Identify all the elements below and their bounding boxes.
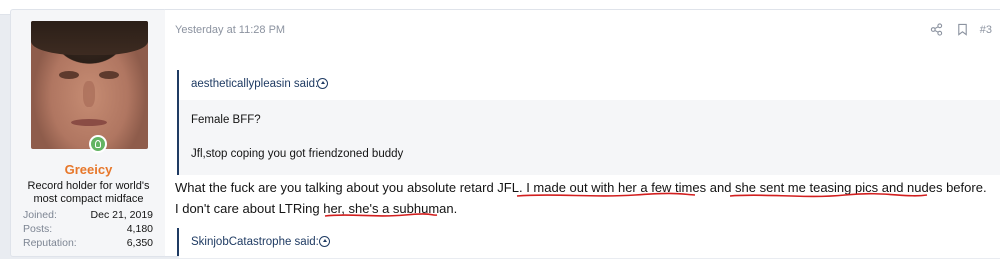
quote-block: SkinjobCatastrophe said: [177,228,1000,258]
stat-value: Dec 21, 2019 [90,209,153,221]
stat-reputation: Reputation: 6,350 [23,237,153,249]
stat-label: Posts: [23,223,53,235]
post-content: Yesterday at 11:28 PM #3 aestheticallypl… [165,9,1000,258]
stat-joined: Joined: Dec 21, 2019 [23,209,153,221]
stat-label: Joined: [23,209,57,221]
stat-posts: Posts: 4,180 [23,223,153,235]
user-info-panel: Greeicy Record holder for world's most c… [10,9,167,257]
jump-to-quote-icon[interactable] [319,236,330,247]
stat-value: 6,350 [126,237,153,249]
annotation-underlines [324,192,928,217]
stat-value: 4,180 [126,223,153,235]
user-title: Record holder for world's most compact m… [27,180,150,205]
stat-label: Reputation: [23,237,77,249]
quote-attribution[interactable]: SkinjobCatastrophe said: [191,236,319,248]
quote-header: SkinjobCatastrophe said: [179,228,1000,258]
online-status-icon [89,135,107,153]
avatar[interactable] [31,21,148,149]
username[interactable]: Greeicy [11,162,166,177]
